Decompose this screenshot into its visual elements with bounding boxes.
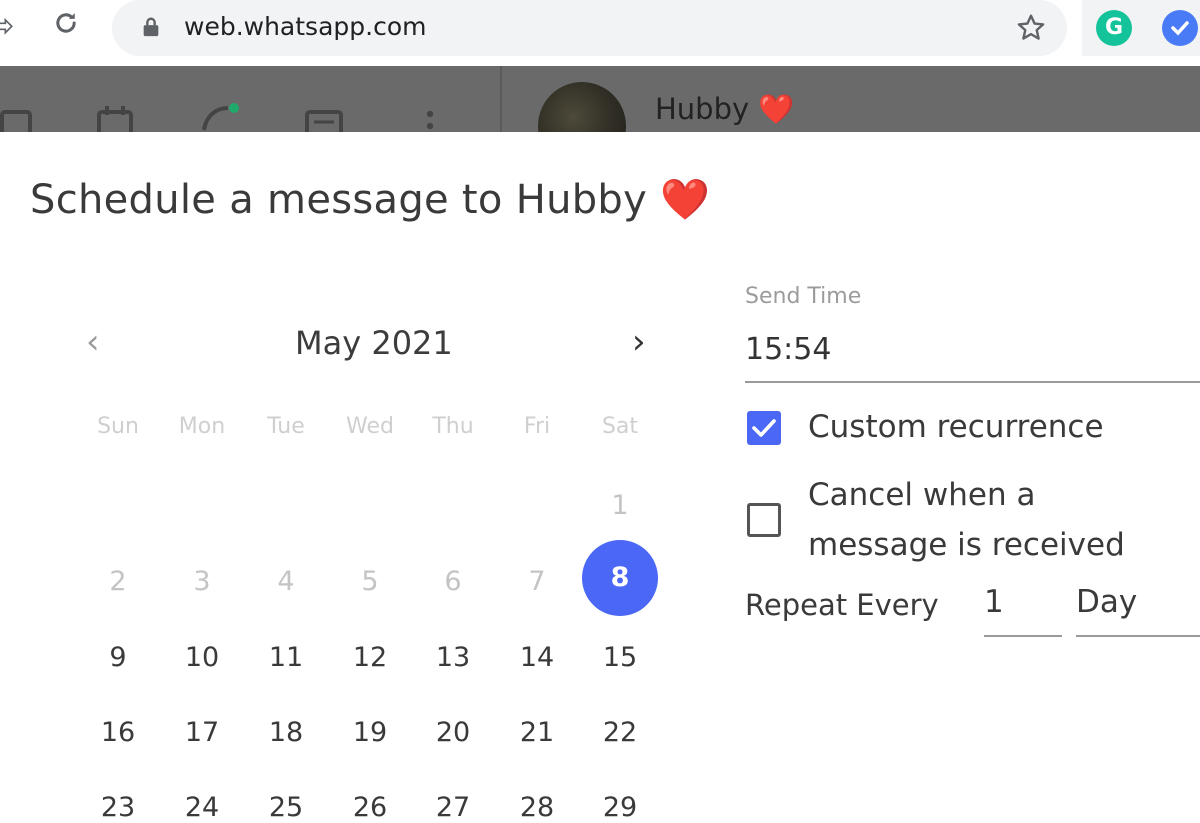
calendar-day[interactable]: 11	[256, 642, 316, 673]
calendar-day[interactable]: 21	[507, 717, 567, 748]
repeat-interval-underline	[984, 635, 1062, 637]
checkmark-icon	[752, 419, 776, 437]
reload-icon[interactable]	[52, 9, 80, 37]
weekday-sun: Sun	[97, 414, 139, 439]
repeat-unit-select[interactable]: Day	[1076, 584, 1137, 620]
cancel-on-receive-label-line2[interactable]: message is received	[808, 520, 1125, 570]
calendar-day[interactable]: 9	[88, 642, 148, 673]
weekday-wed: Wed	[346, 414, 394, 439]
menu-dots-icon[interactable]	[422, 106, 438, 132]
weekday-mon: Mon	[178, 414, 226, 439]
calendar-day[interactable]: 17	[172, 717, 232, 748]
address-bar[interactable]: web.whatsapp.com	[112, 0, 1067, 56]
send-time-label: Send Time	[745, 284, 862, 309]
repeat-every-label: Repeat Every	[745, 588, 939, 622]
calendar-day[interactable]: 19	[340, 717, 400, 748]
calendar-day[interactable]: 13	[423, 642, 483, 673]
calendar-day[interactable]: 20	[423, 717, 483, 748]
dialog-title: Schedule a message to Hubby ❤️	[30, 177, 711, 223]
calendar-day[interactable]: 28	[507, 792, 567, 823]
calendar-day-selected[interactable]: 8	[582, 540, 658, 616]
custom-recurrence-label[interactable]: Custom recurrence	[808, 402, 1104, 452]
repeat-unit-underline	[1076, 635, 1200, 637]
lock-icon	[143, 17, 159, 37]
calendar-day[interactable]: 5	[340, 566, 400, 597]
weekday-tue: Tue	[267, 414, 305, 439]
calendar-day[interactable]: 6	[423, 566, 483, 597]
weekday-fri: Fri	[523, 414, 551, 439]
calendar-day[interactable]: 27	[423, 792, 483, 823]
new-chat-icon[interactable]	[200, 102, 244, 132]
next-month-icon[interactable]: ›	[632, 322, 646, 362]
calendar-day[interactable]: 12	[340, 642, 400, 673]
calendar-day[interactable]: 15	[590, 642, 650, 673]
calendar-day[interactable]: 29	[590, 792, 650, 823]
send-time-input[interactable]: 15:54	[745, 332, 831, 367]
previous-month-icon[interactable]: ‹	[86, 322, 100, 362]
forward-icon[interactable]: ⇨	[0, 6, 15, 46]
schedule-message-dialog: Schedule a message to Hubby ❤️ ‹ May 202…	[0, 132, 1200, 823]
calendar-day[interactable]: 24	[172, 792, 232, 823]
contact-name[interactable]: Hubby ❤️	[655, 92, 795, 127]
browser-toolbar: ⇨ web.whatsapp.com G	[0, 0, 1200, 66]
calendar-day[interactable]: 16	[88, 717, 148, 748]
calendar-day[interactable]: 2	[88, 566, 148, 597]
extension-check-icon[interactable]	[1162, 10, 1198, 46]
calendar-day[interactable]: 7	[507, 566, 567, 597]
calendar-day[interactable]: 14	[507, 642, 567, 673]
calendar-month-label: May 2021	[295, 324, 453, 362]
chat-list-icon[interactable]	[304, 106, 344, 132]
weekday-sat: Sat	[601, 414, 639, 439]
calendar-day[interactable]: 1	[590, 490, 650, 521]
contact-avatar[interactable]	[538, 82, 626, 132]
status-icon[interactable]	[0, 106, 34, 132]
check-icon	[1171, 21, 1189, 36]
calendar-day[interactable]: 22	[590, 717, 650, 748]
bookmark-star-icon[interactable]	[1015, 12, 1047, 44]
grammarly-extension-icon[interactable]: G	[1096, 10, 1132, 46]
custom-recurrence-checkbox[interactable]	[747, 411, 781, 445]
cancel-on-receive-checkbox[interactable]	[747, 503, 781, 537]
calendar-day[interactable]: 18	[256, 717, 316, 748]
calendar-day[interactable]: 3	[172, 566, 232, 597]
chat-header-bar: Hubby ❤️	[0, 66, 1200, 132]
weekday-thu: Thu	[432, 414, 474, 439]
calendar-day[interactable]: 10	[172, 642, 232, 673]
calendar-day[interactable]: 23	[88, 792, 148, 823]
send-time-underline	[745, 381, 1200, 383]
pane-divider	[500, 66, 502, 132]
calendar-day[interactable]: 4	[256, 566, 316, 597]
repeat-interval-input[interactable]: 1	[984, 584, 1004, 620]
calendar-icon[interactable]	[96, 106, 134, 132]
url-text: web.whatsapp.com	[184, 12, 427, 41]
cancel-on-receive-label-line1[interactable]: Cancel when a	[808, 470, 1035, 520]
calendar-day[interactable]: 25	[256, 792, 316, 823]
calendar-day[interactable]: 26	[340, 792, 400, 823]
